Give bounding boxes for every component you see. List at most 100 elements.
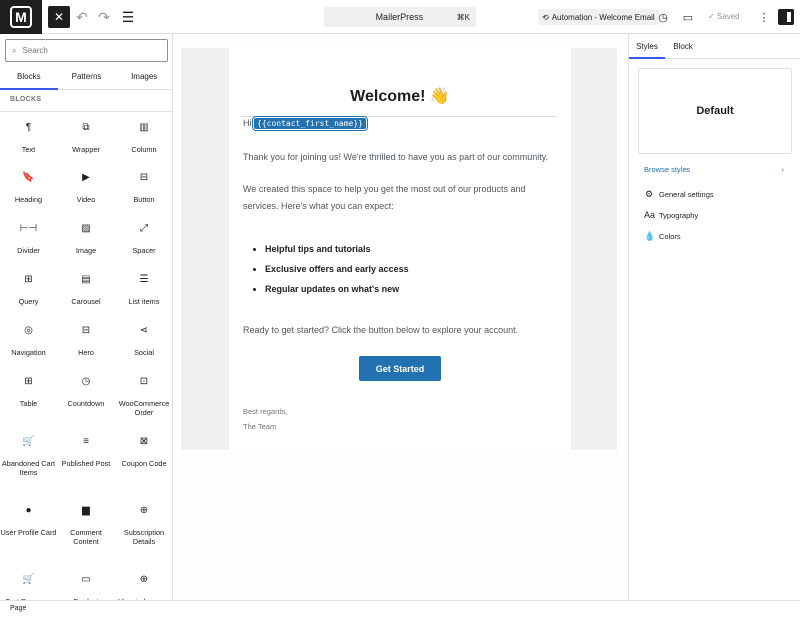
colors-item[interactable]: 💧 Colors <box>644 231 681 242</box>
list-view-icon[interactable]: ☰ <box>118 6 138 28</box>
benefits-list[interactable]: Helpful tips and tutorials Exclusive off… <box>255 239 409 299</box>
block-navigation[interactable]: ◎ Navigation <box>0 315 57 366</box>
block-video[interactable]: ▶ Video <box>57 162 115 213</box>
settings-panel-toggle-icon[interactable] <box>778 9 794 25</box>
block-icon: ▆ <box>82 505 90 516</box>
block-icon: ⧉ <box>82 122 90 133</box>
block-label: Published Post <box>61 459 111 468</box>
settings-sidebar: Styles Block Default Browse styles › ⚙ G… <box>628 34 800 600</box>
block-spacer[interactable]: ⤢ Spacer <box>115 213 172 264</box>
block-icon: ¶ <box>25 122 32 133</box>
tab-block[interactable]: Block <box>665 34 701 58</box>
get-started-button[interactable]: Get Started <box>359 356 441 381</box>
block-comment-content[interactable]: ▆ Comment Content <box>57 495 115 564</box>
block-heading[interactable]: 🔖 Heading <box>0 162 57 213</box>
block-icon: ▥ <box>139 122 149 133</box>
list-item: Regular updates on what's new <box>265 279 409 299</box>
intro-paragraph[interactable]: Thank you for joining us! We're thrilled… <box>243 149 548 166</box>
general-settings-item[interactable]: ⚙ General settings <box>644 189 714 200</box>
email-canvas: Welcome! 👋 Hi {{contact_first_name}}, Th… <box>173 34 628 600</box>
more-options-icon[interactable]: ⋮ <box>756 9 772 25</box>
block-button[interactable]: ⊟ Button <box>115 162 172 213</box>
block-image[interactable]: ▨ Image <box>57 213 115 264</box>
tab-images[interactable]: Images <box>115 64 172 89</box>
block-label: Spacer <box>132 246 156 255</box>
saved-label: Saved <box>716 12 740 21</box>
close-inserter-button[interactable]: ✕ <box>48 6 70 28</box>
search-input[interactable]: ⌕ Search <box>5 39 168 62</box>
block-label: Image <box>75 246 97 255</box>
block-icon: ⊡ <box>139 376 149 387</box>
block-icon: ▭ <box>81 574 91 585</box>
block-carousel[interactable]: ▤ Carousel <box>57 264 115 315</box>
typography-item[interactable]: Aa Typography <box>644 210 698 220</box>
document-title: MailerPress <box>375 12 424 22</box>
blocks-section-heading: BLOCKS <box>10 96 42 103</box>
gear-icon: ⚙ <box>644 189 654 199</box>
tab-patterns[interactable]: Patterns <box>58 64 116 89</box>
block-label: Comment Content <box>70 528 102 547</box>
undo-icon[interactable]: ↶ <box>74 6 90 28</box>
block-coupon-code[interactable]: ⊠ Coupon Code <box>115 426 172 495</box>
expect-paragraph[interactable]: We created this space to help you get th… <box>243 181 526 215</box>
block-countdown[interactable]: ◷ Countdown <box>57 366 115 426</box>
cta-paragraph[interactable]: Ready to get started? Click the button b… <box>243 322 518 339</box>
automation-label: Automation - Welcome Email <box>551 12 655 22</box>
block-wrapper[interactable]: ⧉ Wrapper <box>57 112 115 162</box>
block-column[interactable]: ▥ Column <box>115 112 172 162</box>
block-label: User Profile Card <box>0 528 57 537</box>
browse-styles-link[interactable]: Browse styles › <box>644 165 784 174</box>
block-label: Query <box>18 297 39 306</box>
search-icon: ⌕ <box>12 45 17 55</box>
block-label: Countdown <box>67 399 105 408</box>
tab-blocks[interactable]: Blocks <box>0 64 58 90</box>
block-text[interactable]: ¶ Text <box>0 112 57 162</box>
block-icon: ☰ <box>139 274 149 285</box>
preview-device-icon[interactable]: ▭ <box>680 9 696 25</box>
block-product-showcase[interactable]: ▭Product Showcase <box>57 564 115 600</box>
block-icon: ⊞ <box>24 274 33 285</box>
block-grid: ¶ Text ⧉ Wrapper ▥ Column 🔖 Heading ▶ Video ⊟ Butto… <box>0 111 172 600</box>
merge-tag-first-name[interactable]: {{contact_first_name}} <box>252 116 368 131</box>
block-abandoned-cart-items[interactable]: 🛒 Abandoned Cart Items <box>0 426 57 495</box>
app-logo[interactable]: M <box>0 0 42 34</box>
tab-styles[interactable]: Styles <box>629 34 665 59</box>
block-label: Button <box>133 195 155 204</box>
redo-icon[interactable]: ↷ <box>96 6 112 28</box>
block-list-items[interactable]: ☰ List items <box>115 264 172 315</box>
block-hero[interactable]: ⊟ Hero <box>57 315 115 366</box>
block-label: Divider <box>17 246 40 255</box>
email-body[interactable]: Welcome! 👋 Hi {{contact_first_name}}, Th… <box>229 48 571 450</box>
block-subscription-details[interactable]: ⊕ Subscription Details <box>115 495 172 564</box>
automation-button[interactable]: ⟲ Automation - Welcome Email <box>538 9 659 25</box>
block-inserter-panel: ⌕ Search Blocks Patterns Images BLOCKS ¶… <box>0 34 173 600</box>
expect-line-1: We created this space to help you get th… <box>243 184 526 194</box>
sign-off-line-2[interactable]: The Team <box>243 422 276 431</box>
block-divider[interactable]: ⊢⊣ Divider <box>0 213 57 264</box>
droplet-icon: 💧 <box>644 231 656 241</box>
block-icon: ◎ <box>24 325 33 336</box>
sidebar-tabs: Styles Block <box>629 34 800 59</box>
block-icon: ⊟ <box>139 172 149 183</box>
block-query[interactable]: ⊞ Query <box>0 264 57 315</box>
block-icon: ⤢ <box>140 223 148 234</box>
block-icon: 🛒 <box>22 436 35 447</box>
block-published-post[interactable]: ≡ Published Post <box>57 426 115 495</box>
greeting-comma: , <box>365 118 369 128</box>
history-icon[interactable]: ◷ <box>655 9 671 25</box>
email-heading[interactable]: Welcome! 👋 <box>229 86 571 106</box>
block-woocommerce-order[interactable]: ⊡ WooCommerce Order <box>115 366 172 426</box>
block-social[interactable]: ⋖ Social <box>115 315 172 366</box>
style-preview-card[interactable]: Default <box>638 68 792 154</box>
block-view-in-browser[interactable]: ⊕View in browser <box>115 564 172 600</box>
list-item: Exclusive offers and early access <box>265 259 409 279</box>
block-user-profile-card[interactable]: ● User Profile Card <box>0 495 57 564</box>
sign-off-line-1[interactable]: Best regards, <box>243 407 288 416</box>
top-toolbar: M ✕ ↶ ↷ ☰ MailerPress ⌘K ⟲ Automation - … <box>0 0 800 34</box>
breadcrumb[interactable]: Page <box>0 600 800 617</box>
block-cart-recovery[interactable]: 🛒Cart Recovery <box>0 564 57 600</box>
block-table[interactable]: ⊞ Table <box>0 366 57 426</box>
colors-label: Colors <box>659 232 681 241</box>
command-palette-button[interactable]: MailerPress ⌘K <box>324 7 476 27</box>
greeting-paragraph[interactable]: Hi {{contact_first_name}}, <box>243 115 369 132</box>
